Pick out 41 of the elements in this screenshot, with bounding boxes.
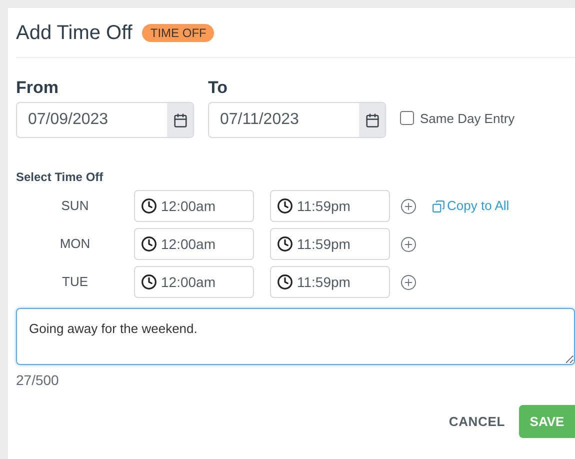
add-icon[interactable]: [401, 198, 416, 214]
section-label: Select Time Off: [16, 169, 104, 186]
clock-icon: [141, 274, 157, 290]
checkbox-label: Same Day Entry: [420, 110, 515, 128]
time-value: 11:59pm: [297, 234, 350, 254]
add-icon[interactable]: [401, 274, 416, 290]
calendar-icon[interactable]: [364, 112, 380, 128]
time-value: 12:00am: [161, 234, 216, 254]
time-value: 12:00am: [161, 272, 216, 292]
add-icon[interactable]: [401, 236, 416, 252]
time-field[interactable]: 11:59pm: [270, 228, 390, 260]
time-field[interactable]: 11:59pm: [270, 190, 390, 222]
time-field[interactable]: 12:00am: [134, 228, 254, 260]
day-label: MON: [58, 235, 92, 254]
date-input[interactable]: 07/09/2023: [17, 103, 167, 137]
calendar-icon[interactable]: [172, 112, 188, 128]
field-label: To: [208, 79, 229, 96]
clock-icon: [141, 198, 157, 214]
date-input[interactable]: 07/11/2023: [209, 103, 359, 137]
clock-icon: [277, 198, 293, 214]
time-field[interactable]: 12:00am: [134, 190, 254, 222]
time-value: 11:59pm: [297, 196, 350, 216]
time-value: 11:59pm: [297, 272, 350, 292]
time-field[interactable]: 11:59pm: [270, 266, 390, 298]
same-day-checkbox[interactable]: [400, 111, 414, 126]
note-field[interactable]: Going away for the weekend.: [16, 308, 575, 365]
day-label: SUN: [60, 197, 90, 216]
time-field[interactable]: 12:00am: [134, 266, 254, 298]
cancel-button[interactable]: CANCEL: [448, 412, 505, 432]
time-off-badge: TIME OFF: [142, 24, 214, 42]
clock-icon: [277, 236, 293, 252]
date-field[interactable]: 07/09/2023: [16, 102, 194, 138]
clock-icon: [277, 274, 293, 290]
time-value: 12:00am: [161, 196, 216, 216]
dialog-title: Add Time Off: [16, 21, 132, 46]
character-count: 27/500: [16, 371, 60, 390]
clock-icon: [141, 236, 157, 252]
day-label: TUE: [61, 273, 89, 292]
copy-icon: [432, 200, 445, 212]
field-label: From: [16, 79, 60, 96]
date-field[interactable]: 07/11/2023: [208, 102, 386, 138]
